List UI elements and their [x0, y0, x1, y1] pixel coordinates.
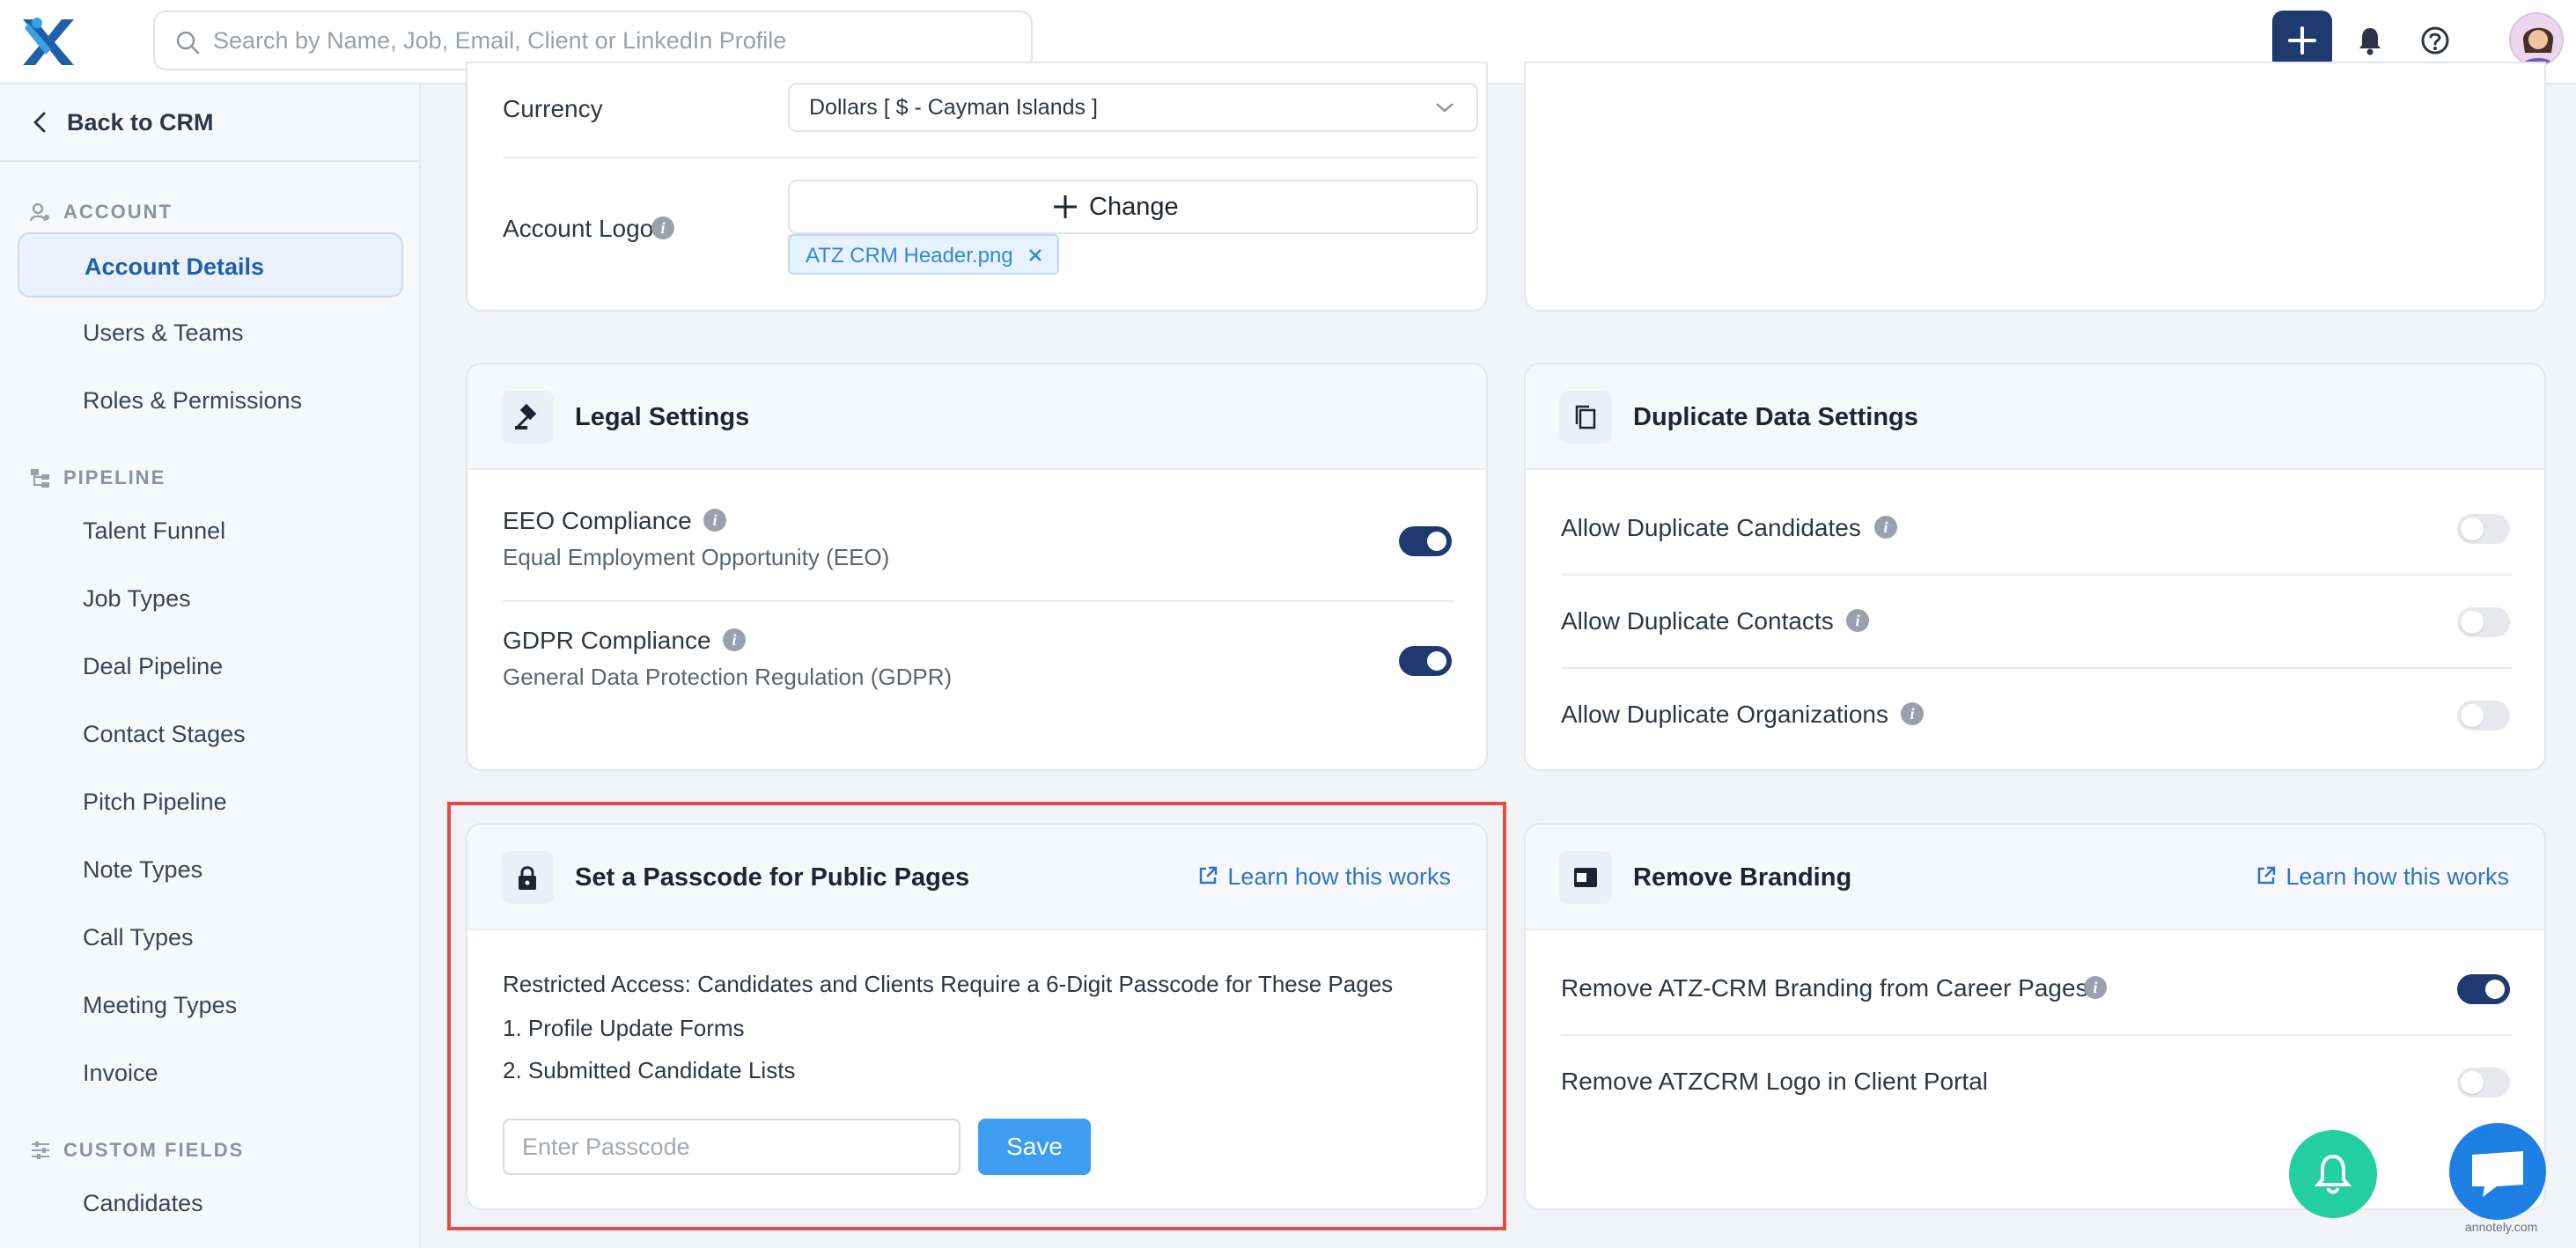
- plus-icon: [1054, 195, 1077, 218]
- avatar[interactable]: [2509, 12, 2564, 67]
- bell-icon: [2314, 1154, 2352, 1194]
- sidebar-item-roles-permissions[interactable]: Roles & Permissions: [18, 368, 403, 433]
- duplicate-title: Duplicate Data Settings: [1633, 403, 1918, 431]
- currency-label: Currency: [503, 95, 603, 122]
- user-settings-icon: [30, 202, 49, 222]
- branding-career-toggle[interactable]: [2457, 974, 2510, 1004]
- divider: [503, 157, 1478, 158]
- dup-organizations-label: Allow Duplicate Organizations: [1561, 701, 1888, 728]
- sidebar-item-talent-funnel[interactable]: Talent Funnel: [18, 498, 403, 563]
- external-link-icon: [2258, 866, 2276, 885]
- dup-organizations-toggle[interactable]: [2457, 701, 2510, 730]
- sidebar-item-meeting-types[interactable]: Meeting Types: [18, 973, 403, 1038]
- back-label: Back to CRM: [67, 109, 214, 136]
- info-icon[interactable]: i: [2084, 976, 2107, 999]
- gdpr-toggle[interactable]: [1399, 646, 1452, 676]
- eeo-toggle[interactable]: [1399, 526, 1452, 556]
- account-details-card: Currency Dollars [ $ - Cayman Islands ] …: [466, 62, 1488, 312]
- divider: [1561, 667, 2512, 669]
- legal-card-header: Legal Settings: [467, 364, 1486, 470]
- right-top-card: [1524, 62, 2546, 312]
- dup-contacts-toggle[interactable]: [2457, 607, 2510, 637]
- chat-icon: [2472, 1151, 2523, 1197]
- branding-learn-link[interactable]: Learn how this works: [2258, 863, 2509, 891]
- watermark: annotely.com: [2465, 1220, 2538, 1234]
- help-icon[interactable]: [2419, 25, 2451, 56]
- branding-card-header: Remove Branding Learn how this works: [1526, 825, 2544, 930]
- sidebar-item-deal-pipeline[interactable]: Deal Pipeline: [18, 634, 403, 699]
- sliders-icon: [32, 1142, 49, 1159]
- divider: [503, 600, 1454, 602]
- change-logo-button[interactable]: Change: [788, 180, 1478, 234]
- search-input[interactable]: [213, 21, 1005, 60]
- logo-file-chip: ATZ CRM Header.png: [788, 234, 1059, 275]
- annotation-highlight: [447, 802, 1506, 1230]
- chat-fab[interactable]: [2449, 1123, 2546, 1220]
- sidebar-item-note-types[interactable]: Note Types: [18, 837, 403, 902]
- eeo-label: EEO Compliance: [503, 507, 692, 534]
- branding-card: Remove Branding Learn how this works Rem…: [1524, 823, 2546, 1210]
- sidebar-item-call-types[interactable]: Call Types: [18, 905, 403, 970]
- gdpr-label: GDPR Compliance: [503, 627, 711, 654]
- pipeline-icon: [31, 469, 49, 488]
- sidebar-item-invoice[interactable]: Invoice: [18, 1040, 403, 1105]
- sidebar-item-pitch-pipeline[interactable]: Pitch Pipeline: [18, 769, 403, 834]
- branding-client-toggle[interactable]: [2457, 1068, 2510, 1098]
- info-icon[interactable]: i: [1874, 516, 1897, 539]
- chevron-down-icon: [1436, 103, 1454, 113]
- bell-icon[interactable]: [2354, 25, 2386, 56]
- account-logo-label: Account Logo: [503, 215, 654, 242]
- sidebar-item-account-details[interactable]: Account Details: [18, 232, 403, 297]
- currency-value: Dollars [ $ - Cayman Islands ]: [809, 95, 1098, 120]
- back-to-crm-link[interactable]: Back to CRM: [0, 84, 419, 162]
- close-icon[interactable]: [1027, 247, 1043, 263]
- currency-select[interactable]: Dollars [ $ - Cayman Islands ]: [788, 83, 1478, 132]
- dup-contacts-label: Allow Duplicate Contacts: [1561, 607, 1834, 635]
- logo-file-name: ATZ CRM Header.png: [806, 244, 1013, 268]
- branding-client-label: Remove ATZCRM Logo in Client Portal: [1561, 1068, 1988, 1095]
- logo-icon[interactable]: [16, 11, 79, 74]
- divider: [1561, 574, 2512, 576]
- info-icon[interactable]: i: [1846, 609, 1869, 632]
- copy-icon: [1559, 391, 1612, 444]
- info-icon[interactable]: i: [651, 217, 674, 239]
- eeo-subtitle: Equal Employment Opportunity (EEO): [503, 544, 890, 570]
- change-label: Change: [1089, 193, 1179, 221]
- legal-settings-card: Legal Settings EEO Compliance i Equal Em…: [466, 363, 1488, 771]
- gavel-icon: [501, 391, 554, 444]
- sidebar-item-contact-stages[interactable]: Contact Stages: [18, 701, 403, 767]
- info-icon[interactable]: i: [703, 509, 726, 532]
- info-icon[interactable]: i: [723, 628, 746, 651]
- info-icon[interactable]: i: [1901, 702, 1924, 725]
- duplicate-settings-card: Duplicate Data Settings Allow Duplicate …: [1524, 363, 2546, 771]
- notification-fab[interactable]: [2289, 1130, 2377, 1218]
- divider: [1561, 1034, 2512, 1036]
- gdpr-subtitle: General Data Protection Regulation (GDPR…: [503, 664, 953, 690]
- dup-candidates-toggle[interactable]: [2457, 514, 2510, 544]
- sidebar-item-candidates[interactable]: Candidates: [18, 1171, 403, 1236]
- sidebar-item-users-teams[interactable]: Users & Teams: [18, 300, 403, 365]
- search-icon: [176, 31, 200, 55]
- dup-candidates-label: Allow Duplicate Candidates: [1561, 514, 1861, 541]
- window-icon: [1559, 851, 1612, 904]
- branding-title: Remove Branding: [1633, 863, 1852, 892]
- sidebar: Back to CRM ACCOUNT Account Details User…: [0, 84, 421, 1248]
- legal-title: Legal Settings: [575, 403, 750, 431]
- branding-career-label: Remove ATZ-CRM Branding from Career Page…: [1561, 974, 2088, 1002]
- chevron-left-icon: [33, 112, 46, 133]
- duplicate-card-header: Duplicate Data Settings: [1526, 364, 2544, 470]
- sidebar-item-job-types[interactable]: Job Types: [18, 566, 403, 631]
